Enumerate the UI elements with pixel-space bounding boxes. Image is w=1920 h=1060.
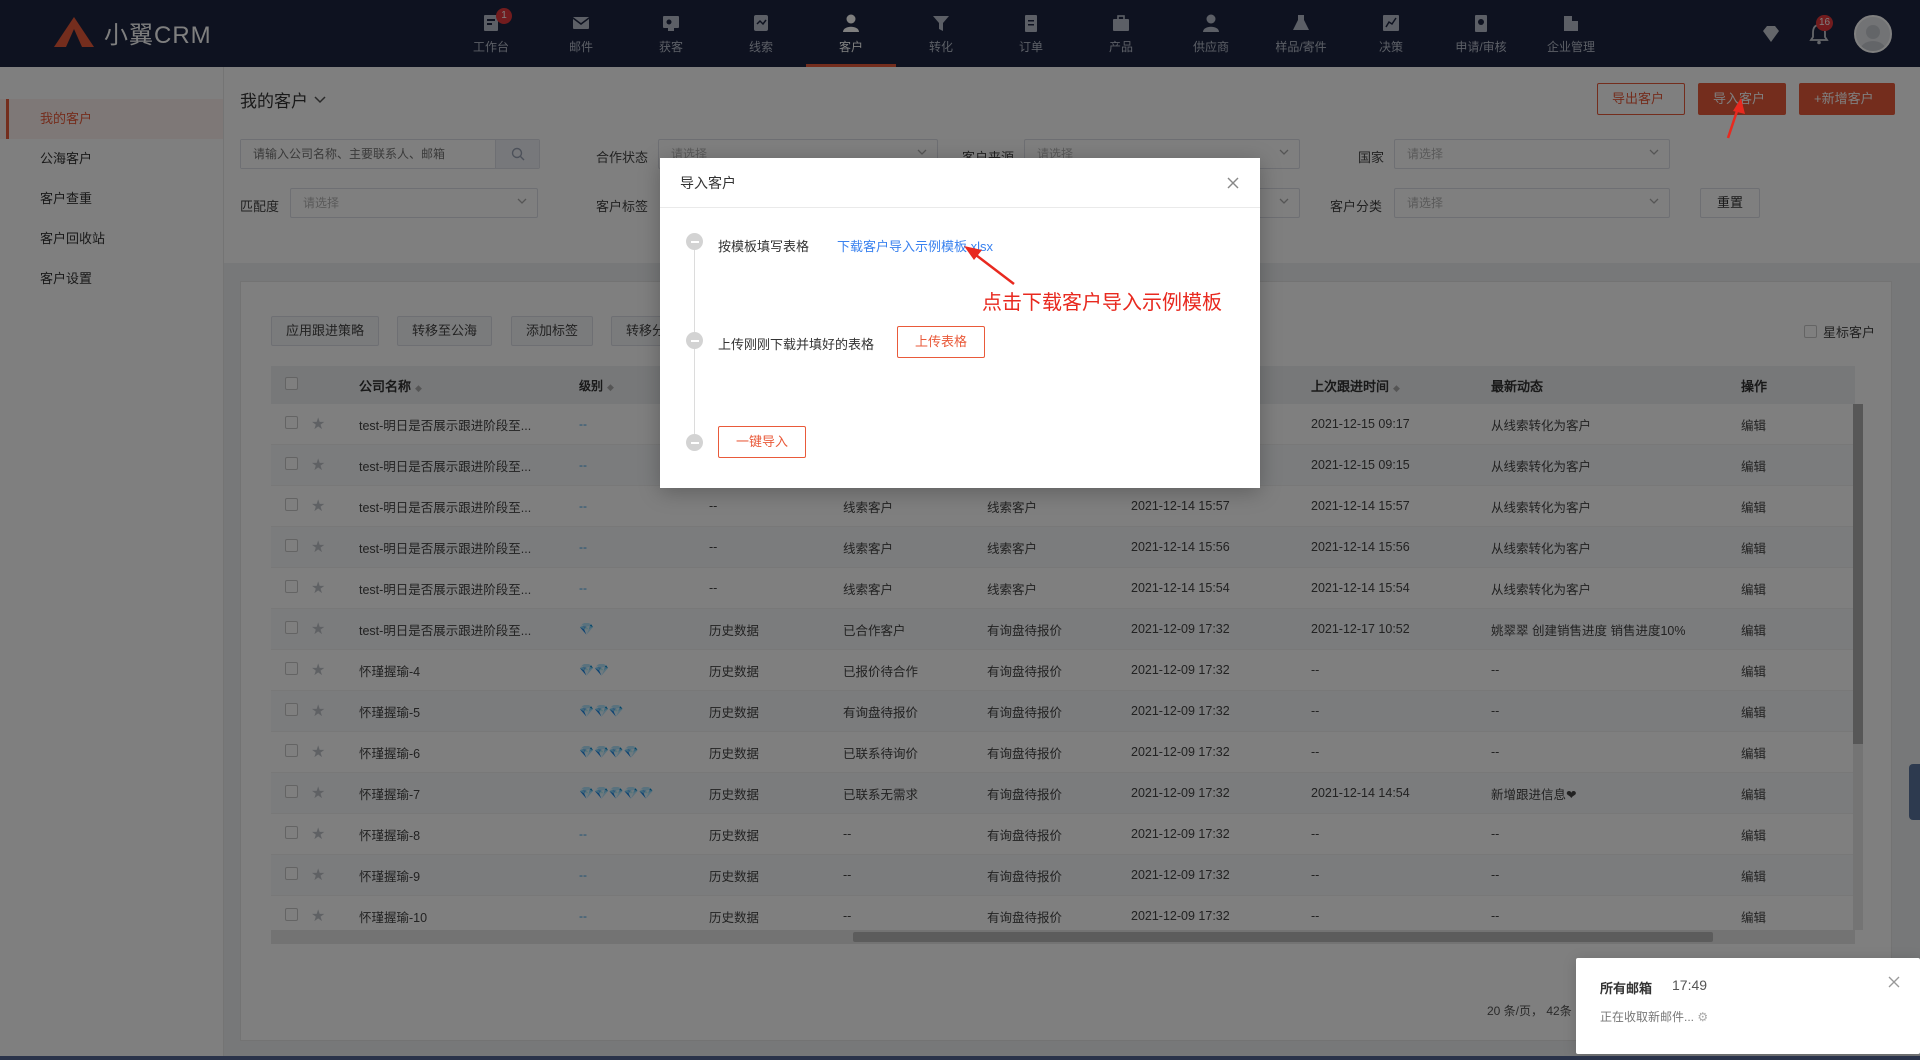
toast-time: 17:49 [1672, 977, 1708, 993]
import-customers-dialog: 导入客户 按模板填写表格 下载客户导入示例模板.xlsx 上传刚刚下载并填好的表… [660, 158, 1260, 488]
download-template-link[interactable]: 下载客户导入示例模板.xlsx [837, 236, 993, 255]
toast-message-text: 正在收取新邮件... [1600, 1010, 1695, 1024]
annotation-text: 点击下载客户导入示例模板 [982, 292, 1222, 314]
toast-title: 所有邮箱 [1600, 981, 1653, 996]
upload-spreadsheet-button[interactable]: 上传表格 [897, 326, 985, 358]
side-drawer-handle[interactable] [1909, 764, 1920, 820]
step-3-indicator [686, 434, 703, 451]
toast-message: 正在收取新邮件... ⚙ [1600, 1008, 1708, 1025]
mail-notification-toast: 所有邮箱 17:49 正在收取新邮件... ⚙ [1576, 958, 1920, 1054]
one-click-import-button[interactable]: 一键导入 [718, 426, 806, 458]
close-icon[interactable] [1888, 976, 1900, 988]
dialog-header: 导入客户 [660, 158, 1260, 208]
step-2-indicator [686, 332, 703, 349]
dialog-title: 导入客户 [680, 174, 736, 191]
close-icon[interactable] [1226, 176, 1240, 190]
bottom-strip [0, 1056, 1920, 1060]
step-1-label: 按模板填写表格 [718, 239, 810, 254]
step-1-indicator [686, 233, 703, 250]
step-2-label: 上传刚刚下载并填好的表格 [718, 337, 875, 352]
loading-gear-icon: ⚙ [1697, 1010, 1709, 1024]
